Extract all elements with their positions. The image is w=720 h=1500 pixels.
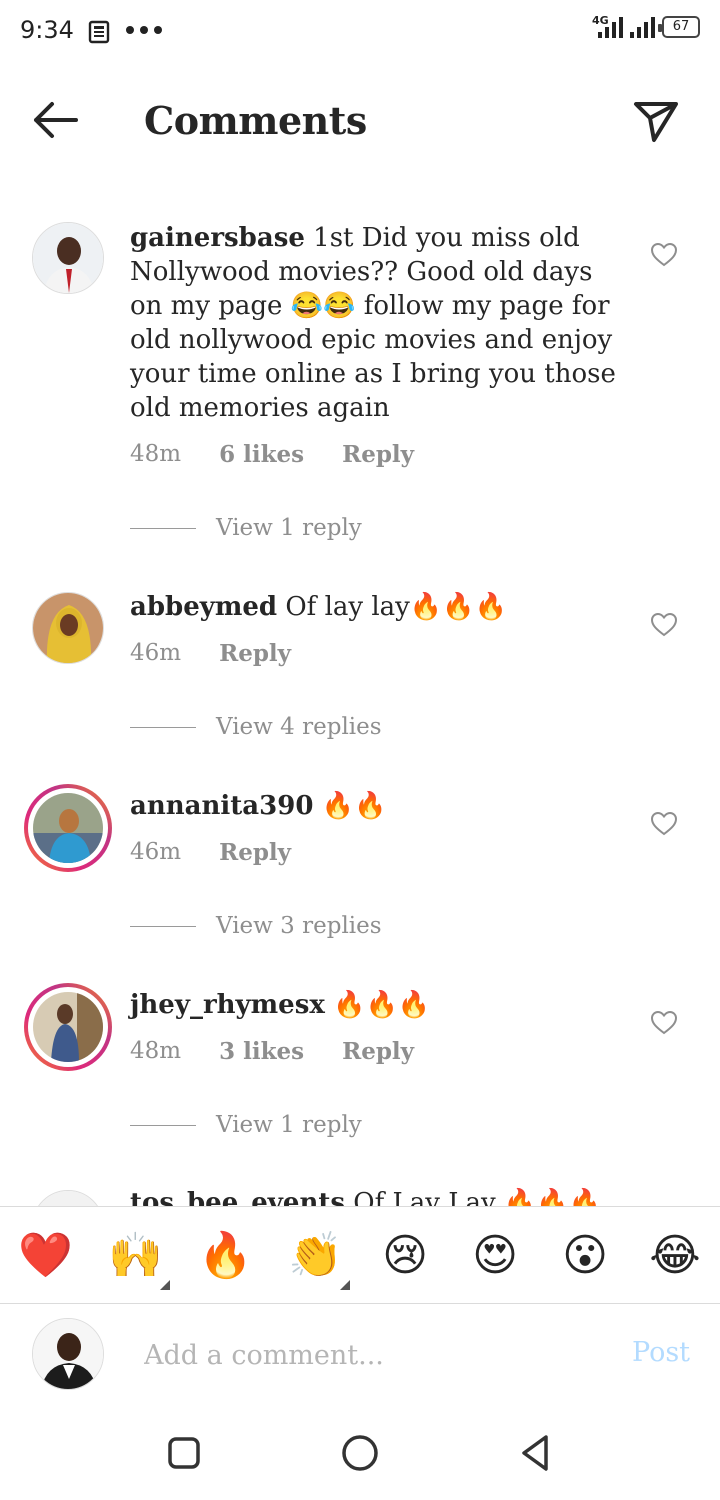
surprised-face-emoji-button[interactable]: 😮 <box>558 1229 612 1283</box>
heart-icon[interactable] <box>650 811 678 837</box>
heart-icon[interactable] <box>650 612 678 638</box>
comment-username[interactable]: abbeymed <box>130 592 277 622</box>
comment-text: 1st Did you miss old Nollywood movies?? … <box>130 223 616 423</box>
raising-hands-emoji-button[interactable]: 🙌 <box>108 1229 163 1283</box>
header: Comments <box>0 64 720 176</box>
divider <box>130 726 196 728</box>
view-replies-label: View 1 reply <box>216 1112 362 1138</box>
divider <box>130 527 196 529</box>
comment-text: Of lay lay🔥🔥🔥 <box>285 592 507 622</box>
crying-face-emoji-button[interactable]: 😢 <box>378 1229 432 1283</box>
comment-time: 48m <box>130 1038 182 1064</box>
reply-button[interactable]: Reply <box>219 839 291 866</box>
view-replies-button[interactable]: View 4 replies <box>130 714 382 740</box>
comment-time: 46m <box>130 839 182 865</box>
comment-username[interactable]: gainersbase <box>130 223 305 253</box>
tears-of-joy-emoji-button[interactable]: 😂 <box>648 1229 702 1283</box>
heart-icon[interactable] <box>650 242 678 268</box>
system-navigation-bar <box>0 1405 720 1500</box>
view-replies-label: View 1 reply <box>216 515 362 541</box>
more-notifications-icon <box>126 26 162 34</box>
comment-text: 🔥🔥 <box>321 791 387 821</box>
home-icon[interactable] <box>340 1433 380 1473</box>
likes-count[interactable]: 6 likes <box>219 441 304 468</box>
status-bar: 9:34 4G 67 <box>0 0 720 64</box>
recent-apps-icon[interactable] <box>164 1433 204 1473</box>
page-title: Comments <box>144 98 367 143</box>
back-arrow-icon[interactable] <box>28 98 82 142</box>
signal-icon <box>598 17 623 38</box>
reply-button[interactable]: Reply <box>342 1038 414 1065</box>
back-icon[interactable] <box>516 1433 556 1473</box>
divider <box>130 1124 196 1126</box>
likes-count[interactable]: 3 likes <box>219 1038 304 1065</box>
battery-icon: 67 <box>658 16 700 38</box>
signal-icon-2 <box>630 17 655 38</box>
view-replies-label: View 4 replies <box>216 714 382 740</box>
skin-tone-indicator <box>160 1280 170 1290</box>
post-button[interactable]: Post <box>632 1337 690 1368</box>
comment-composer: Post <box>0 1305 720 1405</box>
news-icon <box>88 20 110 44</box>
skin-tone-indicator <box>340 1280 350 1290</box>
emoji-reaction-bar: ❤️ 🙌 🔥 👏 😢 😍 😮 😂 <box>0 1206 720 1304</box>
view-replies-button[interactable]: View 1 reply <box>130 1112 362 1138</box>
avatar[interactable] <box>32 222 104 294</box>
clapping-hands-emoji-button[interactable]: 👏 <box>288 1229 343 1283</box>
divider <box>130 925 196 927</box>
avatar-with-story-ring[interactable] <box>24 784 112 872</box>
reply-button[interactable]: Reply <box>219 640 291 667</box>
heart-eyes-emoji-button[interactable]: 😍 <box>468 1229 522 1283</box>
status-time: 9:34 <box>20 16 74 44</box>
comment-input[interactable] <box>144 1333 604 1377</box>
comment-time: 48m <box>130 441 182 467</box>
comment-text: 🔥🔥🔥 <box>333 990 431 1020</box>
comment-username[interactable]: tos_bee_events <box>130 1188 345 1206</box>
avatar <box>32 1318 104 1390</box>
red-heart-emoji-button[interactable]: ❤️ <box>18 1229 73 1283</box>
comment-text: Of Lay Lay 🔥🔥🔥 <box>353 1188 602 1206</box>
comment-time: 46m <box>130 640 182 666</box>
comment-item: tos_bee_events Of Lay Lay 🔥🔥🔥 <box>0 1150 720 1206</box>
fire-emoji-button[interactable]: 🔥 <box>198 1229 253 1283</box>
view-replies-button[interactable]: View 3 replies <box>130 913 382 939</box>
avatar-with-story-ring[interactable] <box>24 983 112 1071</box>
avatar[interactable] <box>32 1190 104 1206</box>
view-replies-label: View 3 replies <box>216 913 382 939</box>
heart-icon[interactable] <box>650 1010 678 1036</box>
avatar[interactable] <box>32 592 104 664</box>
send-icon[interactable] <box>630 98 682 146</box>
view-replies-button[interactable]: View 1 reply <box>130 515 362 541</box>
reply-button[interactable]: Reply <box>342 441 414 468</box>
comment-username[interactable]: jhey_rhymesx <box>130 990 325 1020</box>
comment-username[interactable]: annanita390 <box>130 791 313 821</box>
